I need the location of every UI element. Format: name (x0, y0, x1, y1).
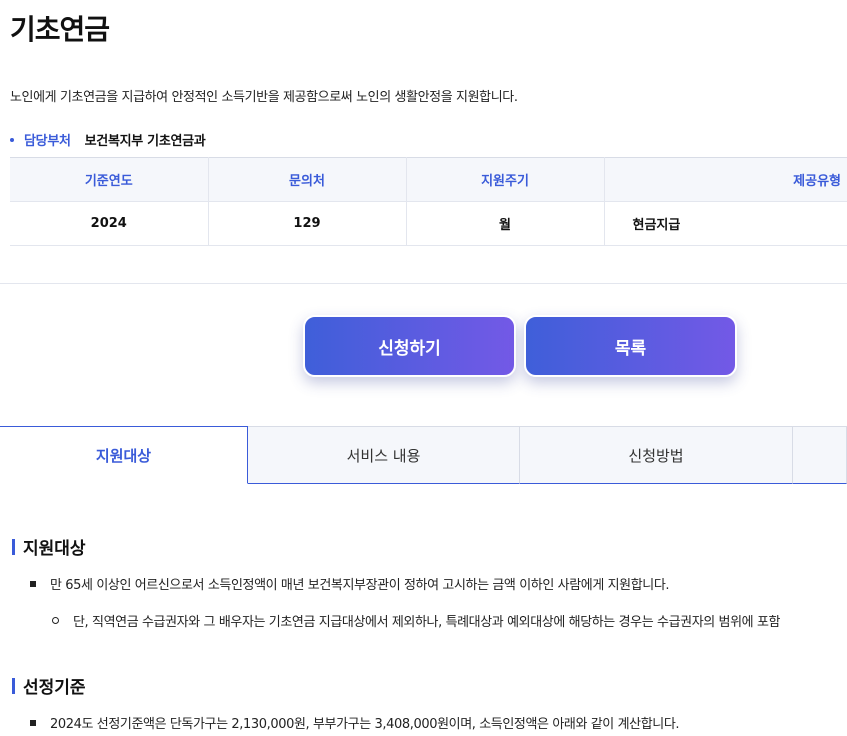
square-bullet-icon (30, 580, 36, 587)
table-row: 2024 129 월 현금지급 (10, 201, 847, 246)
department-label: 담당부처 (24, 134, 71, 149)
list-button[interactable]: 목록 (524, 315, 737, 377)
header-provision-type: 제공유형 (604, 157, 847, 202)
section-divider (0, 283, 847, 284)
list-item: 단, 직역연금 수급권자와 그 배우자는 기초연금 지급대상에서 제외하나, 특… (52, 611, 780, 630)
list-item-text: 단, 직역연금 수급권자와 그 배우자는 기초연금 지급대상에서 제외하나, 특… (73, 615, 781, 630)
page-title: 기초연금 (10, 13, 110, 46)
apply-button[interactable]: 신청하기 (303, 315, 516, 377)
info-table-header-row: 기준연도 문의처 지원주기 제공유형 (10, 157, 847, 202)
department-value: 보건복지부 기초연금과 (84, 134, 206, 149)
cell-provision-type: 현금지급 (604, 201, 847, 246)
circle-bullet-icon (52, 617, 59, 624)
section-selection-criteria: 선정기준 (12, 673, 86, 698)
cell-base-year: 2024 (10, 201, 209, 246)
section-bar-icon (12, 538, 15, 555)
header-cycle: 지원주기 (406, 157, 605, 202)
tab-more[interactable] (793, 426, 847, 484)
header-base-year: 기준연도 (10, 157, 209, 202)
info-table: 기준연도 문의처 지원주기 제공유형 2024 129 월 현금지급 (10, 157, 847, 246)
square-bullet-icon (30, 719, 36, 726)
tab-bar: 지원대상 서비스 내용 신청방법 (0, 426, 847, 484)
cell-cycle: 월 (406, 201, 605, 246)
tab-service-content[interactable]: 서비스 내용 (248, 426, 520, 484)
department-info: 담당부처 보건복지부 기초연금과 (10, 130, 206, 149)
section-title-text: 선정기준 (23, 678, 86, 698)
list-item: 만 65세 이상인 어르신으로서 소득인정액이 매년 보건복지부장관이 정하여 … (30, 574, 670, 593)
header-contact: 문의처 (208, 157, 407, 202)
cell-contact: 129 (208, 201, 407, 246)
list-item-text: 만 65세 이상인 어르신으로서 소득인정액이 매년 보건복지부장관이 정하여 … (50, 578, 670, 593)
section-bar-icon (12, 677, 15, 694)
tab-how-to-apply[interactable]: 신청방법 (520, 426, 793, 484)
bullet-dot-icon (10, 137, 14, 142)
page-description: 노인에게 기초연금을 지급하여 안정적인 소득기반을 제공함으로써 노인의 생활… (10, 90, 518, 105)
tab-eligibility[interactable]: 지원대상 (0, 426, 248, 484)
section-eligibility: 지원대상 (12, 534, 86, 559)
list-item-text: 2024도 선정기준액은 단독가구는 2,130,000원, 부부가구는 3,4… (50, 717, 680, 732)
list-item: 2024도 선정기준액은 단독가구는 2,130,000원, 부부가구는 3,4… (30, 713, 680, 732)
section-title-text: 지원대상 (23, 539, 86, 559)
